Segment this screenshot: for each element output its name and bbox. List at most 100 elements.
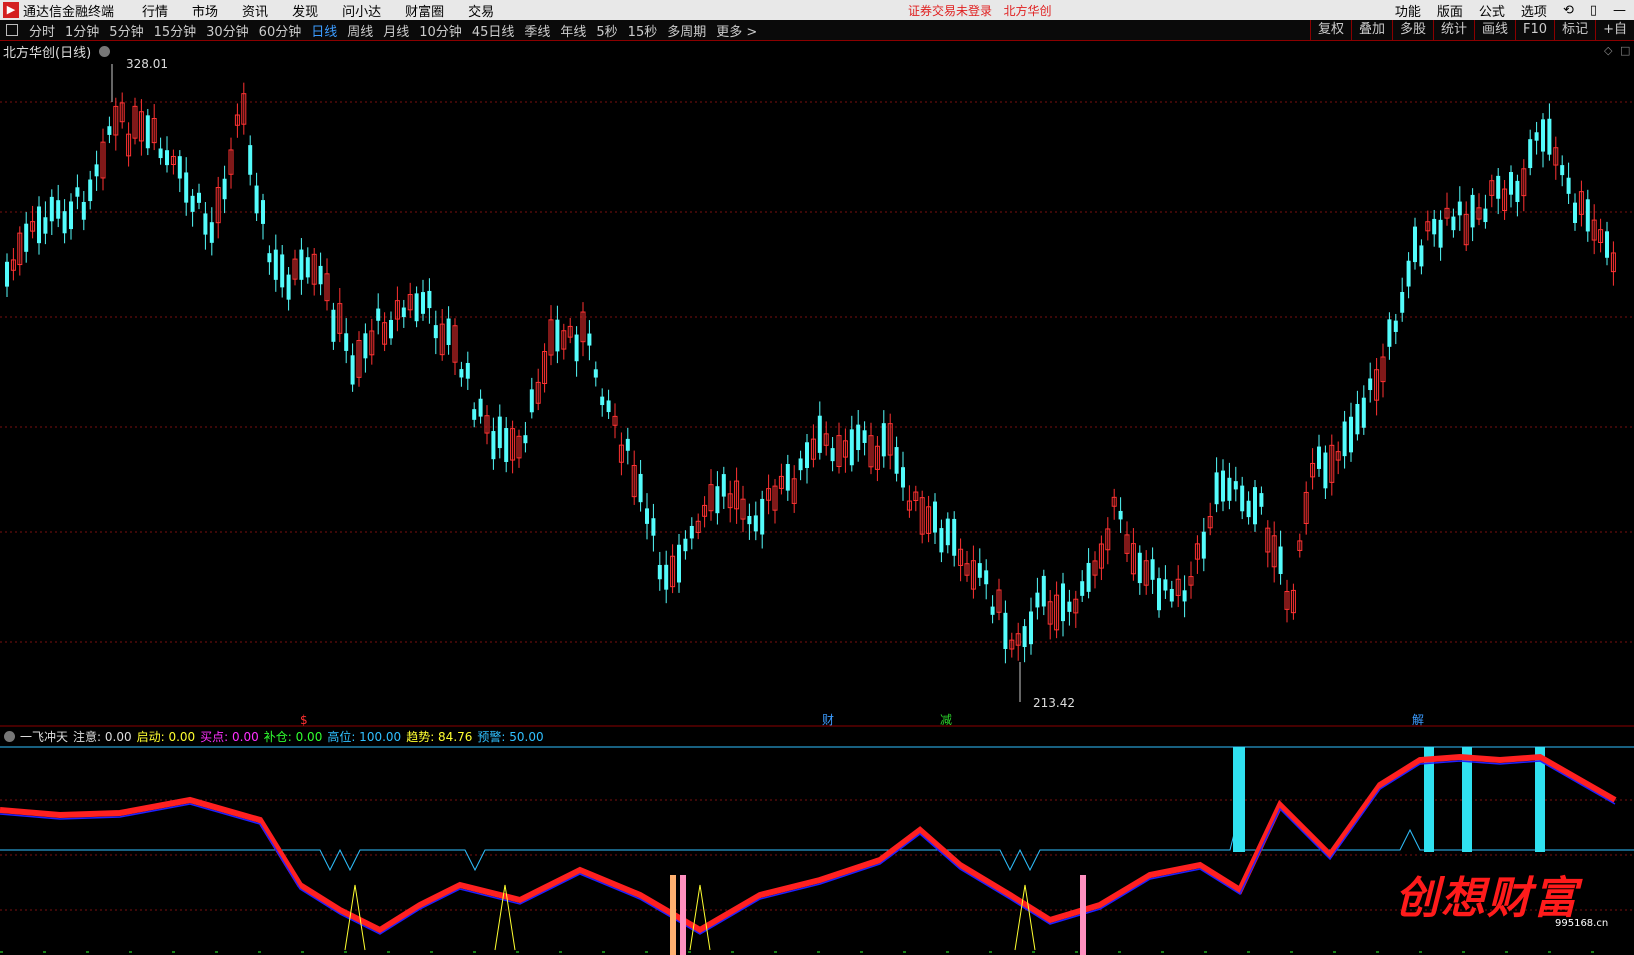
tool-huaxian[interactable]: 画线 bbox=[1474, 20, 1515, 40]
tool-zixuan[interactable]: +自 bbox=[1595, 20, 1634, 40]
menu-xuanxiang[interactable]: 选项 bbox=[1513, 1, 1555, 20]
trend-shadow-line bbox=[0, 760, 1616, 935]
tool-diejia[interactable]: 叠加 bbox=[1350, 20, 1392, 40]
period-60min[interactable]: 60分钟 bbox=[254, 21, 307, 40]
high-price-label: 328.01 bbox=[126, 57, 168, 71]
candle-body bbox=[1137, 552, 1142, 584]
candle-body bbox=[587, 333, 592, 346]
phone-icon[interactable]: ▯ bbox=[1582, 3, 1605, 18]
period-yearly[interactable]: 年线 bbox=[555, 21, 591, 40]
minimize-icon[interactable]: — bbox=[1605, 3, 1634, 18]
candle-body bbox=[689, 525, 694, 539]
indicator-chart[interactable] bbox=[0, 745, 1634, 955]
candle-body bbox=[1061, 583, 1065, 622]
candle-body bbox=[1400, 292, 1405, 313]
period-30min[interactable]: 30分钟 bbox=[201, 21, 254, 40]
candle-body bbox=[414, 293, 419, 322]
candle-body bbox=[901, 467, 905, 488]
period-5sec[interactable]: 5秒 bbox=[591, 21, 622, 40]
candle-body bbox=[1067, 601, 1072, 612]
candle-body bbox=[1157, 578, 1161, 611]
candle-body bbox=[683, 538, 688, 552]
candle-body bbox=[990, 606, 995, 615]
tool-f10[interactable]: F10 bbox=[1515, 20, 1554, 40]
candle-body bbox=[56, 200, 61, 219]
candle-body bbox=[593, 369, 598, 378]
tool-duogu[interactable]: 多股 bbox=[1392, 20, 1433, 40]
candle-body bbox=[939, 528, 944, 553]
menu-shichang[interactable]: 市场 bbox=[180, 1, 230, 20]
tool-fuquan[interactable]: 复权 bbox=[1309, 20, 1351, 40]
candle-body bbox=[529, 389, 534, 413]
menu-gongshi[interactable]: 公式 bbox=[1471, 1, 1513, 20]
candle-body bbox=[299, 249, 304, 280]
candle-body bbox=[62, 211, 67, 234]
menu-jiaoyi[interactable]: 交易 bbox=[456, 1, 506, 20]
candle-body bbox=[1457, 201, 1462, 216]
candle-body bbox=[421, 292, 425, 314]
candle-body bbox=[427, 290, 432, 309]
candlestick-chart[interactable]: 328.01 213.42 $ 财 减 解 ◇ □ bbox=[0, 42, 1634, 727]
candle-body bbox=[158, 148, 163, 159]
candle-body bbox=[1022, 626, 1027, 648]
menu-banmian[interactable]: 版面 bbox=[1429, 1, 1471, 20]
menu-zixun[interactable]: 资讯 bbox=[230, 1, 280, 20]
app-name: 通达信金融终端 bbox=[23, 4, 115, 20]
period-10min[interactable]: 10分钟 bbox=[414, 21, 467, 40]
indicator-field-5: 趋势: 84.76 bbox=[406, 729, 473, 744]
menu-bar: ▶ 通达信金融终端 行情 市场 资讯 发现 问小达 财富圈 交易 证券交易未登录… bbox=[0, 0, 1634, 20]
period-5min[interactable]: 5分钟 bbox=[104, 21, 148, 40]
candle-body bbox=[1355, 403, 1360, 435]
period-quarterly[interactable]: 季线 bbox=[519, 21, 555, 40]
candle-body bbox=[1605, 231, 1609, 258]
candle-body bbox=[1246, 500, 1251, 518]
candle-body bbox=[145, 115, 150, 149]
candle-body bbox=[977, 563, 982, 578]
candle-body bbox=[760, 498, 765, 535]
candle-body bbox=[24, 223, 29, 252]
candle-body bbox=[459, 369, 464, 378]
candle-body bbox=[1413, 226, 1417, 263]
menu-gongneng[interactable]: 功能 bbox=[1387, 1, 1429, 20]
refresh-icon[interactable]: ⟲ bbox=[1555, 3, 1582, 18]
panel-toggle-icon[interactable] bbox=[6, 24, 18, 36]
diamond-icon: ◇ bbox=[1604, 44, 1613, 57]
candle-body bbox=[248, 145, 253, 175]
menu-faxian[interactable]: 发现 bbox=[280, 1, 330, 20]
candle-body bbox=[1560, 165, 1565, 176]
candle-body bbox=[267, 253, 272, 263]
spike-bar-6 bbox=[1080, 875, 1086, 955]
period-15min[interactable]: 15分钟 bbox=[149, 21, 202, 40]
tool-tongji[interactable]: 统计 bbox=[1433, 20, 1474, 40]
menu-wenxiaoda[interactable]: 问小达 bbox=[330, 1, 393, 20]
period-more[interactable]: 更多 > bbox=[711, 21, 762, 40]
candle-body bbox=[75, 187, 80, 197]
indicator-field-1: 启动: 0.00 bbox=[136, 729, 196, 744]
candle-body bbox=[1368, 378, 1373, 391]
candle-body bbox=[1317, 446, 1321, 469]
candle-body bbox=[88, 179, 93, 202]
period-1min[interactable]: 1分钟 bbox=[60, 21, 104, 40]
tool-biaoji[interactable]: 标记 bbox=[1554, 20, 1595, 40]
candle-body bbox=[625, 438, 630, 451]
stock-short-name: 北方华创 bbox=[1003, 3, 1052, 18]
period-fenshi[interactable]: 分时 bbox=[24, 21, 60, 40]
period-multi[interactable]: 多周期 bbox=[662, 21, 711, 40]
period-bar: 分时 1分钟 5分钟 15分钟 30分钟 60分钟 日线 周线 月线 10分钟 … bbox=[0, 20, 1634, 41]
chart-tools: 复权 叠加 多股 统计 画线 F10 标记 +自 bbox=[1309, 20, 1634, 40]
candle-body bbox=[1387, 319, 1392, 347]
candle-body bbox=[1080, 581, 1085, 596]
watermark-url: 995168.cn bbox=[1555, 918, 1609, 929]
candle-body bbox=[165, 150, 169, 166]
indicator-menu-icon[interactable] bbox=[4, 730, 15, 742]
period-daily[interactable]: 日线 bbox=[306, 21, 342, 40]
period-15sec[interactable]: 15秒 bbox=[623, 21, 663, 40]
period-monthly[interactable]: 月线 bbox=[378, 21, 414, 40]
period-weekly[interactable]: 周线 bbox=[342, 21, 378, 40]
menu-caifuquan[interactable]: 财富圈 bbox=[393, 1, 456, 20]
candle-body bbox=[1233, 481, 1238, 490]
candle-body bbox=[1342, 421, 1347, 457]
login-notice[interactable]: 证券交易未登录 北方华创 bbox=[908, 2, 1051, 19]
period-45day[interactable]: 45日线 bbox=[467, 21, 520, 40]
menu-hangqing[interactable]: 行情 bbox=[130, 1, 180, 20]
